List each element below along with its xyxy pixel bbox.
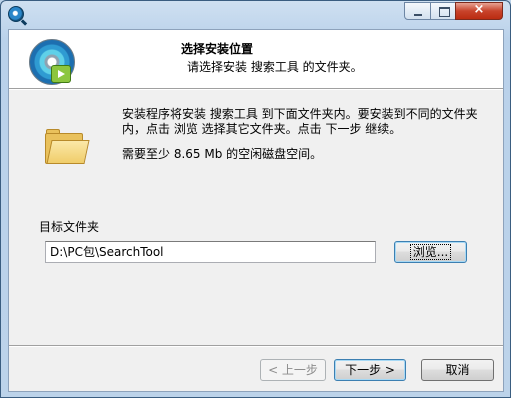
close-icon: ×: [473, 2, 485, 17]
maximize-button[interactable]: [430, 2, 456, 20]
install-arrow-icon: [51, 65, 71, 83]
page-title: 选择安装位置: [181, 42, 254, 56]
cancel-button[interactable]: 取消: [421, 359, 494, 381]
next-button[interactable]: 下一步 >: [334, 359, 406, 381]
destination-folder-label: 目标文件夹: [39, 220, 100, 234]
destination-path-input[interactable]: D:\PC包\SearchTool: [45, 241, 376, 263]
back-button[interactable]: < 上一步: [260, 359, 326, 381]
minimize-button[interactable]: [404, 2, 431, 20]
space-required-text: 需要至少 8.65 Mb 的空闲磁盘空间。: [122, 147, 323, 161]
browse-button[interactable]: 浏览...: [394, 241, 467, 263]
header-divider: [9, 88, 503, 90]
dialog-client-area: 选择安装位置 请选择安装 搜索工具 的文件夹。 安装程序将安装 搜索工具 到下面…: [8, 29, 504, 392]
browse-button-label: 浏览...: [409, 244, 452, 260]
wizard-header: 选择安装位置 请选择安装 搜索工具 的文件夹。: [9, 30, 503, 88]
page-subtitle: 请选择安装 搜索工具 的文件夹。: [187, 60, 363, 74]
description-line-2: 内，点击 浏览 选择其它文件夹。点击 下一步 继续。: [122, 122, 402, 136]
description-line-1: 安装程序将安装 搜索工具 到下面文件夹内。要安装到不同的文件夹: [122, 107, 478, 121]
close-button[interactable]: ×: [455, 2, 503, 20]
folder-icon: [45, 129, 90, 165]
installer-window: × 选择安装位置 请选择安装 搜索工具 的文件夹。 安装程序将安装 搜索工具 到…: [0, 0, 511, 398]
search-magnifier-icon: [8, 6, 24, 22]
title-bar[interactable]: ×: [1, 1, 510, 27]
footer-divider: [9, 345, 503, 347]
